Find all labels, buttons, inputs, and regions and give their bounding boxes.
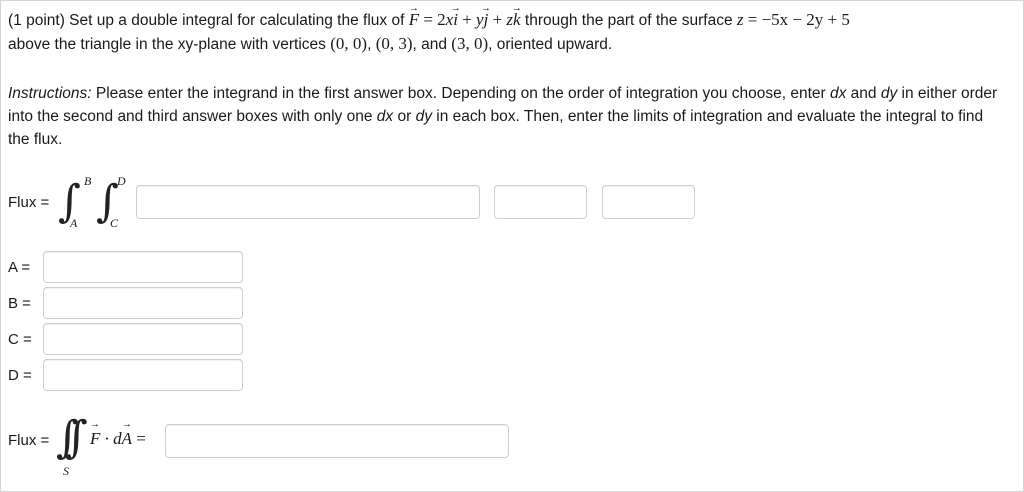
limit-D-marker: D — [117, 174, 126, 188]
differential-1-input[interactable] — [494, 185, 587, 219]
surface-equation: = −5x − 2y + 5 — [743, 10, 850, 29]
limit-A-marker: A — [70, 216, 78, 230]
surface-element-expression: F · dA = — [90, 429, 146, 449]
double-integral-sign: ∫∫ — [56, 412, 88, 463]
flux-setup-label: Flux = — [8, 194, 50, 211]
problem-frame — [0, 0, 1024, 492]
limit-C-input[interactable] — [43, 323, 243, 355]
flux-final-label: Flux = — [8, 432, 50, 449]
vector-F: F — [409, 8, 419, 31]
region-S-label: S — [63, 464, 69, 478]
integrand-input[interactable] — [136, 185, 480, 219]
limit-B-input[interactable] — [43, 287, 243, 319]
differential-2-input[interactable] — [602, 185, 695, 219]
problem-statement: (1 point) Set up a double integral for c… — [8, 8, 1008, 56]
limit-B-marker: B — [84, 174, 92, 188]
instructions-label: Instructions: — [8, 85, 92, 102]
instructions: Instructions: Please enter the integrand… — [8, 85, 998, 148]
limit-C-label: C = — [8, 331, 32, 348]
limit-D-input[interactable] — [43, 359, 243, 391]
limit-A-label: A = — [8, 259, 31, 276]
flux-answer-input[interactable] — [165, 424, 509, 458]
limit-D-label: D = — [8, 367, 32, 384]
limit-B-label: B = — [8, 295, 31, 312]
limit-A-input[interactable] — [43, 251, 243, 283]
limit-C-marker: C — [110, 216, 119, 230]
points-label: (1 point) — [8, 12, 65, 29]
